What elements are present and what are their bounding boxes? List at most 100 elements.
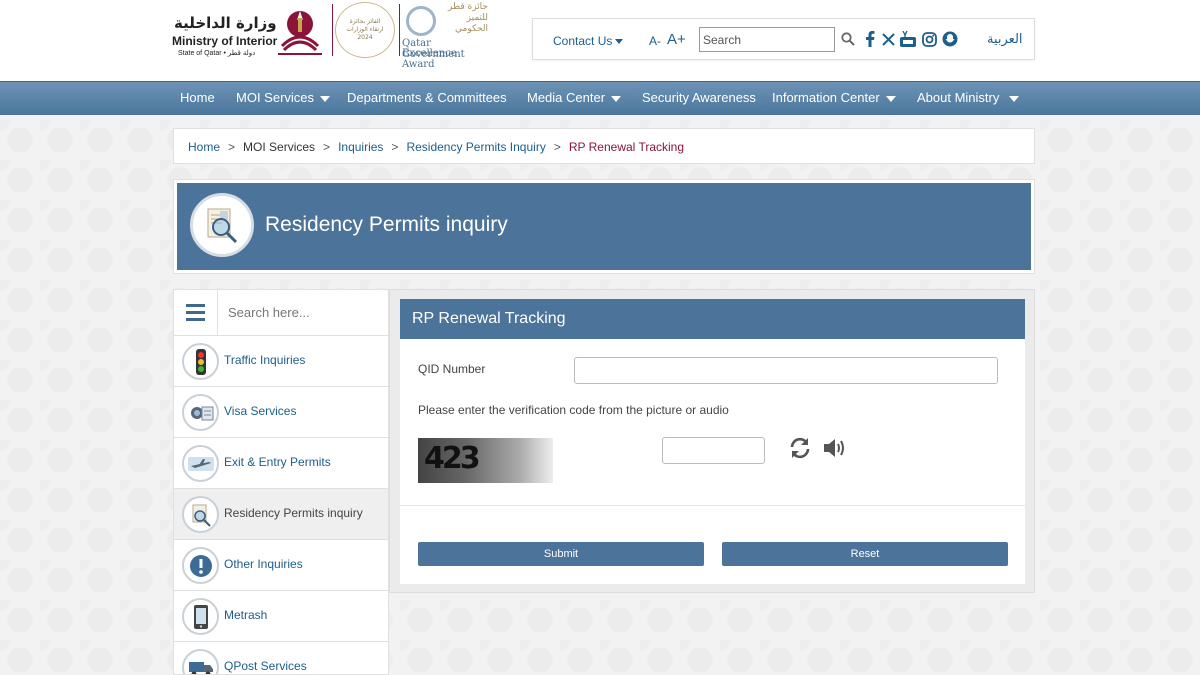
sidebar-item-qpost[interactable]: QPost Services <box>174 642 388 674</box>
nav-item-label: MOI Services <box>236 90 315 105</box>
sidebar-item-label: Metrash <box>224 608 268 622</box>
sidebar-search-input[interactable] <box>220 296 380 328</box>
award-arabic-line-3: الحكومي <box>455 24 488 34</box>
award-english-line-2: Excellence Award <box>402 48 457 70</box>
breadcrumb-separator: > <box>553 140 561 154</box>
font-decrease-button[interactable]: A- <box>649 34 661 48</box>
sidebar-item-visa-services[interactable]: Visa Services <box>174 387 388 438</box>
breadcrumb-separator: > <box>391 140 399 154</box>
logo-divider <box>332 4 333 56</box>
sidebar: Traffic Inquiries Visa Services Exit & E… <box>173 289 389 675</box>
breadcrumb: Home > MOI Services > Inquiries > Residency Pe… <box>173 128 1035 164</box>
sidebar-item-label: Exit & Entry Permits <box>224 455 331 469</box>
main-content: RP Renewal Tracking QID Number Please en… <box>389 289 1035 593</box>
qid-label: QID Number <box>418 362 486 376</box>
sidebar-item-label: Residency Permits inquiry <box>224 506 363 520</box>
moi-logo[interactable]: وزارة الداخلية Ministry of Interior Stat… <box>170 0 490 70</box>
language-toggle-link[interactable]: العربية <box>987 32 1023 47</box>
font-increase-button[interactable]: A+ <box>667 31 686 48</box>
nav-item-moi-services[interactable]: MOI Services <box>236 90 331 105</box>
award-arabic-line-1: جائزة قطر <box>447 2 488 12</box>
nav-item-home[interactable]: Home <box>180 90 215 105</box>
breadcrumb-inquiries[interactable]: Inquiries <box>338 140 383 154</box>
sidebar-item-other-inquiries[interactable]: Other Inquiries <box>174 540 388 591</box>
reset-button[interactable]: Reset <box>722 542 1008 566</box>
nav-item-about-ministry[interactable]: About Ministry <box>917 90 1020 105</box>
facebook-icon[interactable] <box>861 30 879 48</box>
breadcrumb-separator: > <box>323 140 331 154</box>
main-navigation: Home MOI Services Departments & Committe… <box>0 81 1200 115</box>
chevron-down-icon <box>611 95 622 102</box>
qid-number-input[interactable] <box>574 357 998 384</box>
delivery-truck-icon <box>182 649 219 674</box>
award-arabic-line-2: للتميز <box>466 13 488 23</box>
hamburger-bar <box>186 311 205 314</box>
x-icon[interactable] <box>879 30 897 48</box>
refresh-captcha-icon[interactable] <box>788 436 812 460</box>
sidebar-item-label: Visa Services <box>224 404 297 418</box>
nav-item-label: Media Center <box>527 90 606 105</box>
sidebar-item-label: Other Inquiries <box>224 557 303 571</box>
exclamation-icon <box>182 547 219 584</box>
menu-toggle-button[interactable] <box>174 290 218 335</box>
nav-item-label: About Ministry <box>917 90 1000 105</box>
verification-prompt: Please enter the verification code from … <box>418 403 729 417</box>
verification-code-input[interactable] <box>662 437 765 464</box>
nav-item-departments[interactable]: Departments & Committees <box>347 90 507 105</box>
nav-item-label: Departments & Committees <box>347 90 507 105</box>
hamburger-bar <box>186 304 205 307</box>
snapchat-icon[interactable] <box>941 30 959 48</box>
instagram-icon[interactable] <box>920 30 938 48</box>
award-badge-line-2: ارتقاء الوزارات <box>346 26 384 33</box>
document-magnifier-icon <box>182 496 219 533</box>
sidebar-item-residency-permits[interactable]: Residency Permits inquiry <box>174 489 388 540</box>
youtube-icon[interactable] <box>899 30 917 48</box>
breadcrumb-home[interactable]: Home <box>188 140 220 154</box>
nav-item-label: Security Awareness <box>642 90 756 105</box>
award-badge: الفائز بجائزة ارتقاء الوزارات 2024 <box>335 2 395 58</box>
award-badge-line-1: الفائز بجائزة <box>349 18 381 25</box>
sidebar-item-exit-entry[interactable]: Exit & Entry Permits <box>174 438 388 489</box>
breadcrumb-current: RP Renewal Tracking <box>568 140 685 154</box>
form-title: RP Renewal Tracking <box>400 299 1025 339</box>
traffic-light-icon <box>182 343 219 380</box>
sidebar-header <box>174 290 388 336</box>
audio-captcha-icon[interactable] <box>822 436 846 460</box>
page-banner: Residency Permits inquiry <box>173 179 1035 274</box>
award-badge-line-3: 2024 <box>357 34 373 41</box>
breadcrumb-separator: > <box>228 140 236 154</box>
banner-inner: Residency Permits inquiry <box>177 183 1031 270</box>
page-title: Residency Permits inquiry <box>265 213 508 236</box>
form-divider <box>400 505 1025 506</box>
chevron-down-icon <box>615 39 624 45</box>
document-magnifier-icon <box>190 193 254 257</box>
chevron-down-icon <box>320 95 331 102</box>
captcha-text: 423 <box>424 441 481 476</box>
chevron-down-icon <box>1009 95 1020 102</box>
award-divider <box>399 4 400 56</box>
breadcrumb-residency-permits[interactable]: Residency Permits Inquiry <box>406 140 545 154</box>
nav-item-security-awareness[interactable]: Security Awareness <box>642 90 756 105</box>
search-icon[interactable] <box>841 32 855 46</box>
visa-icon <box>182 394 219 431</box>
sidebar-item-label: QPost Services <box>224 659 307 673</box>
chevron-down-icon <box>885 95 896 102</box>
nav-item-label: Home <box>180 90 215 105</box>
sidebar-item-traffic-inquiries[interactable]: Traffic Inquiries <box>174 336 388 387</box>
site-search-input[interactable] <box>699 27 835 52</box>
nav-item-information-center[interactable]: Information Center <box>772 90 896 105</box>
nav-item-media-center[interactable]: Media Center <box>527 90 622 105</box>
award-arabic-text: جائزة قطر للتميز الحكومي <box>440 2 488 35</box>
logo-english-text: Ministry of Interior <box>172 34 278 48</box>
submit-button[interactable]: Submit <box>418 542 704 566</box>
contact-us-label: Contact Us <box>553 34 613 48</box>
excellence-award-icon <box>406 6 436 36</box>
contact-us-dropdown[interactable]: Contact Us <box>553 34 624 48</box>
sidebar-item-label: Traffic Inquiries <box>224 353 306 367</box>
sidebar-item-metrash[interactable]: Metrash <box>174 591 388 642</box>
airplane-icon <box>182 445 219 482</box>
nav-item-label: Information Center <box>772 90 880 105</box>
captcha-image: 423 <box>418 438 553 483</box>
breadcrumb-moi-services[interactable]: MOI Services <box>243 140 315 154</box>
rp-renewal-form: RP Renewal Tracking QID Number Please en… <box>400 299 1025 584</box>
